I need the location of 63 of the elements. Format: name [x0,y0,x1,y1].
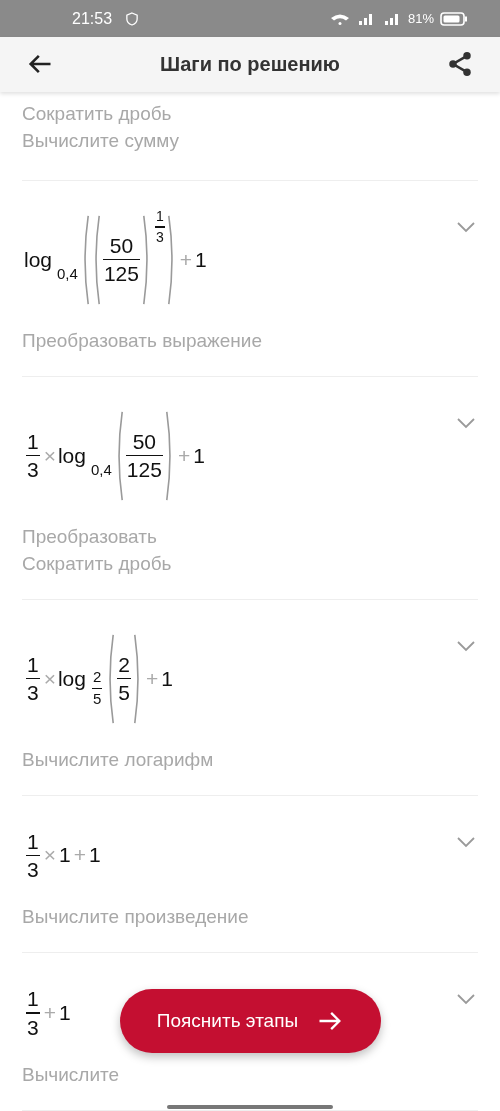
step-description: Вычислите [22,1063,120,1087]
math-number: 1 [57,1001,72,1026]
screen-title: Шаги по решению [160,52,340,76]
math-number: 3 [26,1015,40,1039]
math-number: 1 [26,652,40,676]
math-operator: + [145,666,160,691]
math-number: 125 [102,262,140,286]
status-time: 21:53 [72,9,113,28]
math-number: 1 [26,829,40,853]
wifi-icon [329,12,350,25]
step-description: Вычислите логарифм [22,747,214,772]
explain-steps-button[interactable]: Пояснить этапы [120,989,381,1053]
battery-percent: 81% [407,11,434,27]
log-function: log [24,247,53,272]
math-operator: × [42,843,57,868]
math-number: 5 [117,681,131,705]
step-description: Преобразовать выражение [22,328,262,353]
log-function: log [57,443,86,468]
chevron-icon[interactable] [456,835,476,848]
step-description: Вычислите произведение [22,905,249,930]
math-operator: + [72,843,87,868]
right-paren-icon [141,214,151,305]
math-number: 1 [26,429,40,453]
chevron-icon[interactable] [456,993,476,1006]
step-description: Сократить дробь [22,551,172,576]
math-number: 1 [192,443,206,468]
math-number: 50 [131,429,158,453]
math-number: 1 [194,247,208,272]
math-operator: + [42,1001,57,1026]
math-operator: + [176,443,192,468]
math-number: 1 [26,987,40,1011]
math-number: 2 [117,652,131,676]
right-paren-icon [166,214,176,305]
battery-icon [440,11,468,26]
right-paren-icon [164,410,174,501]
math-number: 5 [92,691,103,708]
math-number: 3 [154,229,165,245]
math-number: 3 [26,458,40,482]
math-number: 125 [125,458,163,482]
math-number: 1 [160,666,174,691]
math-number: 3 [26,858,40,882]
chevron-icon[interactable] [456,220,476,233]
math-number: 1 [154,208,165,224]
step-description: Вычислите сумму [22,128,179,153]
math-number: 0,4 [56,264,79,282]
math-operator: × [42,443,57,468]
math-operator: × [42,666,57,691]
share-icon[interactable] [446,50,474,79]
math-operator: + [178,247,193,272]
notification-icon [126,11,139,26]
chevron-icon[interactable] [456,639,476,652]
math-number: 0,4 [90,460,113,478]
step-description: Сократить дробь [22,101,172,126]
math-number: 3 [26,681,40,705]
step-description: Преобразовать [22,524,157,549]
math-number: 50 [108,233,135,257]
left-paren-icon [106,633,116,724]
math-number: 1 [87,843,102,868]
math-number: 2 [92,669,103,686]
right-paren-icon [133,633,142,724]
chevron-icon[interactable] [456,416,476,429]
log-function: log [57,666,86,691]
math-number: 1 [57,843,72,868]
